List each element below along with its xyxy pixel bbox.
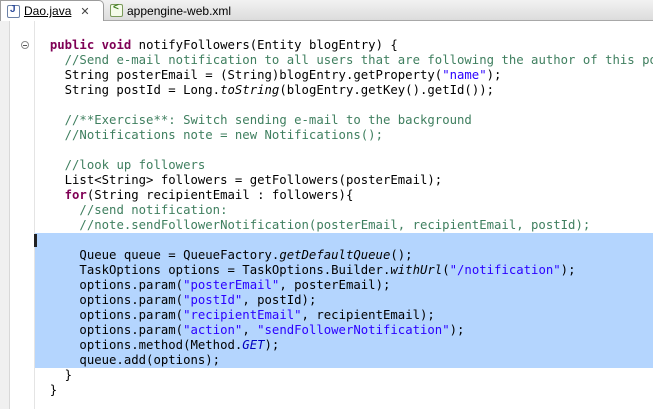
code-line[interactable]: //send notification:	[35, 203, 653, 218]
code-token: options.method(Method.	[35, 338, 243, 352]
code-token: ,	[242, 323, 258, 337]
code-token: String postId = Long.	[35, 83, 221, 97]
code-token: "postId"	[183, 293, 243, 307]
code-token: );	[264, 338, 280, 352]
code-line[interactable]: options.param("action", "sendFollowerNot…	[35, 323, 653, 338]
code-token: (	[442, 263, 450, 277]
code-line[interactable]: options.param("posterEmail", posterEmail…	[35, 278, 653, 293]
code-token: );	[486, 68, 502, 82]
code-line[interactable]: }	[35, 383, 653, 398]
code-token: //Send e-mail notification to all users …	[64, 53, 653, 67]
fold-collapse-icon[interactable]	[21, 41, 29, 49]
code-token: //note.sendFollowerNotification(posterEm…	[79, 218, 591, 232]
code-token: "sendFollowerNotification"	[257, 323, 450, 337]
code-token: "/notification"	[449, 263, 561, 277]
code-token: "action"	[183, 323, 243, 337]
code-token: "posterEmail"	[183, 278, 280, 292]
close-icon[interactable]: ✕	[80, 5, 89, 18]
code-line[interactable]	[35, 143, 653, 158]
code-line[interactable]: TaskOptions options = TaskOptions.Builde…	[35, 263, 653, 278]
code-token: options.param(	[35, 323, 184, 337]
code-line[interactable]	[35, 98, 653, 113]
code-token: (String recipientEmail : followers){	[86, 188, 354, 202]
code-token: queue.add(options);	[35, 353, 221, 367]
code-token: GET	[242, 338, 265, 352]
xml-file-icon	[110, 2, 123, 17]
code-token: );	[449, 323, 465, 337]
code-line[interactable]: options.method(Method.GET);	[35, 338, 653, 353]
tab-label: appengine-web.xml	[127, 3, 232, 18]
code-token: }	[35, 368, 73, 382]
code-token: //look up followers	[64, 158, 206, 172]
code-token: //send notification:	[79, 203, 228, 217]
code-token: );	[560, 263, 576, 277]
code-line[interactable]: }	[35, 368, 653, 383]
code-line[interactable]	[35, 233, 653, 248]
code-token: "name"	[442, 68, 487, 82]
code-line[interactable]: Queue queue = QueueFactory.getDefaultQue…	[35, 248, 653, 263]
java-file-icon	[7, 4, 20, 18]
code-token: TaskOptions options = TaskOptions.Builde…	[35, 263, 391, 277]
code-token: }	[35, 383, 58, 397]
code-token: (blogEntry.getKey().getId());	[279, 83, 495, 97]
eclipse-editor-window: Dao.java ✕ appengine-web.xml public void…	[0, 0, 653, 409]
code-token: , postId);	[242, 293, 317, 307]
code-line[interactable]: //note.sendFollowerNotification(posterEm…	[35, 218, 653, 233]
code-token: ();	[390, 248, 413, 262]
code-token: //**Exercise**: Switch sending e-mail to…	[64, 113, 472, 127]
tab-label: Dao.java	[24, 4, 72, 18]
tab-dao-java[interactable]: Dao.java ✕	[0, 0, 104, 21]
code-token: void	[101, 38, 132, 52]
code-token: String posterEmail = (String)blogEntry.g…	[35, 68, 443, 82]
left-ruler	[0, 21, 10, 409]
code-token: List<String> followers = getFollowers(po…	[35, 173, 443, 187]
code-line[interactable]: List<String> followers = getFollowers(po…	[35, 173, 653, 188]
code-line[interactable]: queue.add(options);	[35, 353, 653, 368]
code-token: "recipientEmail"	[183, 308, 302, 322]
code-line[interactable]: //Notifications note = new Notifications…	[35, 128, 653, 143]
code-editor[interactable]: public void notifyFollowers(Entity blogE…	[0, 21, 653, 409]
code-token: for	[64, 188, 87, 202]
editor-tab-bar: Dao.java ✕ appengine-web.xml	[0, 0, 653, 21]
code-line[interactable]: String postId = Long.toString(blogEntry.…	[35, 83, 653, 98]
code-line[interactable]: //**Exercise**: Switch sending e-mail to…	[35, 113, 653, 128]
code-line[interactable]: String posterEmail = (String)blogEntry.g…	[35, 68, 653, 83]
code-token: toString	[220, 83, 280, 97]
code-token: , posterEmail);	[279, 278, 391, 292]
code-token: notifyFollowers(Entity blogEntry) {	[131, 38, 398, 52]
code-token: public	[49, 38, 95, 52]
code-line[interactable]: //look up followers	[35, 158, 653, 173]
code-line[interactable]: options.param("recipientEmail", recipien…	[35, 308, 653, 323]
code-token: withUrl	[390, 263, 443, 277]
code-token: options.param(	[35, 278, 184, 292]
code-line[interactable]: public void notifyFollowers(Entity blogE…	[35, 38, 653, 53]
code-line[interactable]: options.param("postId", postId);	[35, 293, 653, 308]
code-token: //Notifications note = new Notifications…	[64, 128, 383, 142]
code-token: Queue queue = QueueFactory.	[35, 248, 280, 262]
code-line[interactable]: for(String recipientEmail : followers){	[35, 188, 653, 203]
text-cursor-marker	[34, 234, 37, 247]
code-line[interactable]: //Send e-mail notification to all users …	[35, 53, 653, 68]
code-token: getDefaultQueue	[279, 248, 391, 262]
code-token: options.param(	[35, 308, 184, 322]
code-token: , recipientEmail);	[301, 308, 435, 322]
tab-appengine-web-xml[interactable]: appengine-web.xml	[104, 0, 284, 21]
code-token: options.param(	[35, 293, 184, 307]
